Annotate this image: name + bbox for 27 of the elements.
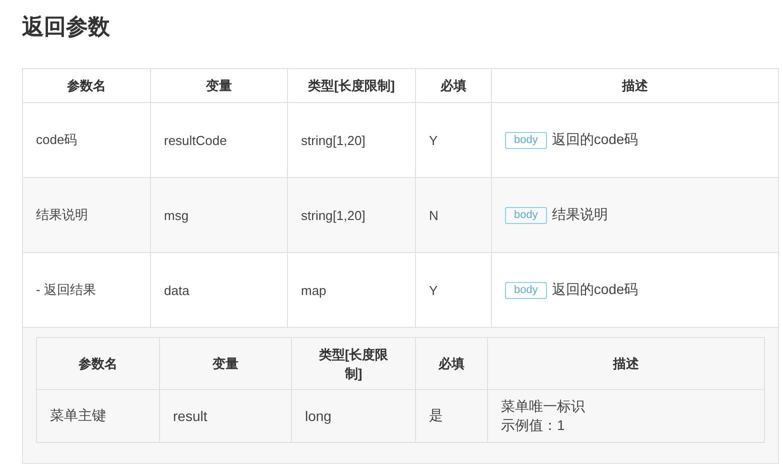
table-cell: 菜单主键 (36, 390, 160, 442)
table-cell: string[1,20] (288, 178, 416, 252)
tag-badge: body (505, 206, 547, 224)
tag-badge: body (505, 282, 547, 298)
table-cell: 结果说明 (22, 178, 150, 252)
description-text: 返回的code码 (552, 281, 638, 299)
column-header: 必填 (416, 68, 492, 102)
table-cell: long (292, 390, 416, 442)
column-header: 变量 (150, 68, 288, 102)
column-header: 描述 (488, 338, 764, 390)
column-header: 类型[长度限制] (288, 68, 416, 102)
column-header: 描述 (492, 68, 778, 102)
column-header: 参数名 (22, 68, 150, 102)
table-cell: msg (150, 178, 288, 252)
description-text: 菜单唯一标识 (501, 397, 586, 416)
column-header: 参数名 (36, 338, 160, 390)
column-header: 必填 (416, 338, 488, 390)
table-cell: 是 (416, 390, 488, 442)
description-text: 返回的code码 (552, 131, 638, 149)
table-cell: result (160, 390, 292, 442)
description-text: 示例值：1 (501, 416, 566, 435)
description-text: 结果说明 (552, 206, 608, 224)
column-header: 类型[长度限制] (292, 338, 416, 390)
tag-badge: body (505, 132, 547, 148)
column-header: 变量 (160, 338, 292, 390)
table-cell: N (416, 178, 492, 252)
section-title: 返回参数 (22, 13, 111, 41)
